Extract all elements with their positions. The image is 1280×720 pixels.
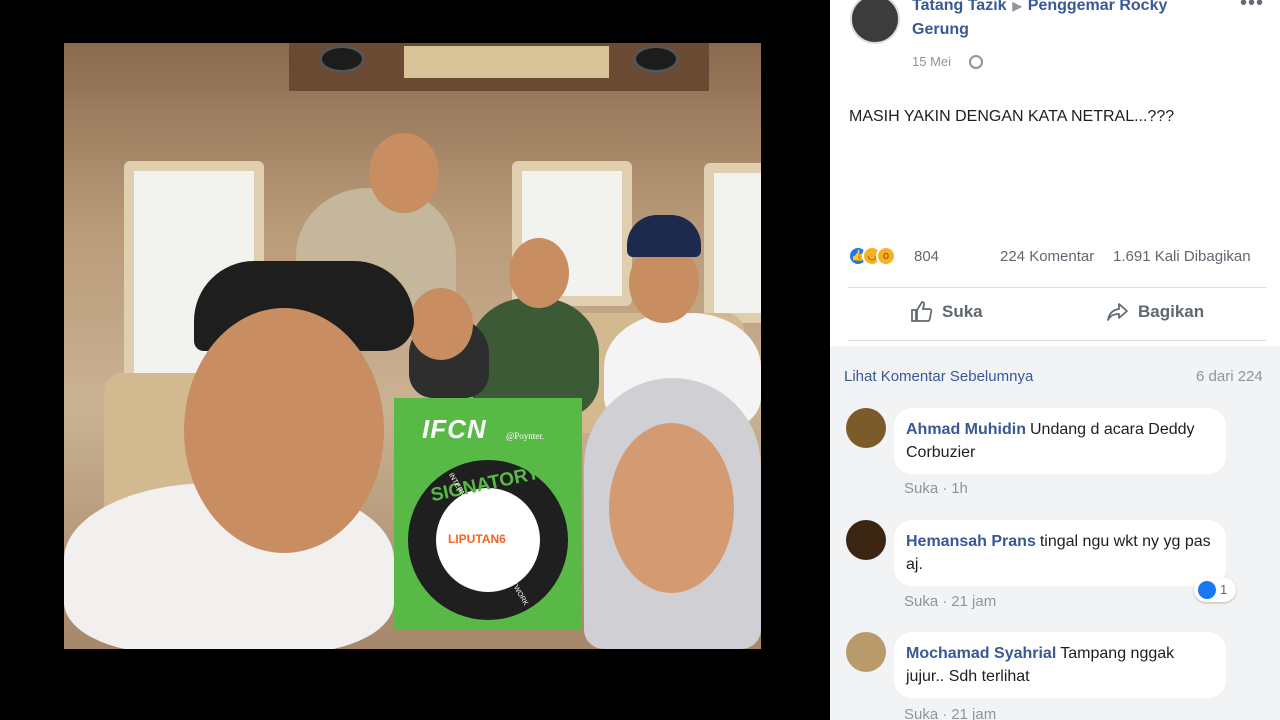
like-button-label: Suka bbox=[942, 302, 983, 321]
like-button[interactable]: Suka bbox=[910, 300, 983, 324]
cap bbox=[627, 215, 701, 257]
comment-bubble: Mochamad Syahrial Tampang nggak jujur.. S… bbox=[894, 632, 1226, 698]
liputan6-logo: LIPUTAN6 bbox=[448, 532, 506, 546]
share-arrow-icon bbox=[1107, 303, 1128, 321]
commenter-name-link[interactable]: Hemansah Prans bbox=[906, 533, 1036, 550]
commenter-avatar[interactable] bbox=[846, 520, 886, 560]
comment-reaction-badge[interactable]: 1 bbox=[1194, 578, 1236, 602]
van-window bbox=[704, 163, 761, 323]
comment-like-link[interactable]: Suka bbox=[904, 480, 938, 497]
comment-time[interactable]: 1h bbox=[951, 480, 968, 497]
reaction-count[interactable]: 804 bbox=[914, 248, 939, 265]
thumbs-up-icon bbox=[911, 301, 933, 322]
comment-time[interactable]: 21 jam bbox=[951, 593, 996, 610]
ifcn-signatory-badge: IFCN @Poynter. SIGNATORY INTERNATIONAL F… bbox=[394, 398, 582, 630]
arrow-right-icon: ▶ bbox=[1012, 0, 1022, 13]
share-button-label: Bagikan bbox=[1138, 302, 1205, 321]
post-date-link[interactable]: 15 Mei bbox=[912, 54, 951, 69]
speaker bbox=[633, 45, 679, 73]
commenter-name-link[interactable]: Mochamad Syahrial bbox=[906, 645, 1056, 662]
comment-time[interactable]: 21 jam bbox=[951, 706, 996, 720]
comments-section: Lihat Komentar Sebelumnya 6 dari 224 Ahm… bbox=[830, 346, 1280, 720]
commenter-avatar[interactable] bbox=[846, 408, 886, 448]
comment-page-count: 6 dari 224 bbox=[1196, 368, 1263, 385]
post-author-line: Tatang Tazik ▶ Penggemar Rocky Gerung bbox=[912, 0, 1222, 42]
comment-meta: Suka · 21 jam bbox=[904, 706, 996, 720]
divider bbox=[848, 287, 1266, 288]
view-previous-comments-link[interactable]: Lihat Komentar Sebelumnya bbox=[844, 368, 1033, 385]
post-sidebar: Tatang Tazik ▶ Penggemar Rocky Gerung ••• … bbox=[830, 0, 1280, 720]
speaker bbox=[319, 45, 365, 73]
globe-icon bbox=[969, 55, 983, 69]
author-name-link[interactable]: Tatang Tazik bbox=[912, 0, 1007, 14]
post-text: MASIH YAKIN DENGAN KATA NETRAL...??? bbox=[849, 108, 1175, 125]
post-photo[interactable]: IFCN @Poynter. SIGNATORY INTERNATIONAL F… bbox=[64, 43, 761, 649]
comment-like-link[interactable]: Suka bbox=[904, 706, 938, 720]
photo-viewer: IFCN @Poynter. SIGNATORY INTERNATIONAL F… bbox=[0, 0, 830, 720]
divider bbox=[848, 340, 1266, 341]
comment-meta: Suka · 1h bbox=[904, 480, 968, 497]
like-reaction-icon bbox=[1198, 581, 1216, 599]
share-count-link[interactable]: 1.691 Kali Dibagikan bbox=[1113, 248, 1251, 265]
comment-meta: Suka · 21 jam bbox=[904, 593, 997, 610]
commenter-avatar[interactable] bbox=[846, 632, 886, 672]
comment-bubble: Hemansah Prans tingal ngu wkt ny yg pas a… bbox=[894, 520, 1226, 586]
comment-like-link[interactable]: Suka bbox=[904, 593, 938, 610]
share-button[interactable]: Bagikan bbox=[1106, 300, 1204, 324]
ifcn-logo-text: IFCN bbox=[422, 414, 487, 444]
wow-reaction-icon: o bbox=[876, 246, 896, 266]
comment-count-link[interactable]: 224 Komentar bbox=[1000, 248, 1094, 265]
poynter-text: @Poynter. bbox=[506, 431, 545, 441]
van-ceiling bbox=[289, 43, 709, 91]
comment-reaction-count: 1 bbox=[1220, 582, 1228, 597]
comment-bubble: Ahmad Muhidin Undang d acara Deddy Corbuz… bbox=[894, 408, 1226, 474]
more-options-icon[interactable]: ••• bbox=[1240, 0, 1264, 15]
author-avatar[interactable] bbox=[850, 0, 900, 44]
commenter-name-link[interactable]: Ahmad Muhidin bbox=[906, 421, 1026, 438]
